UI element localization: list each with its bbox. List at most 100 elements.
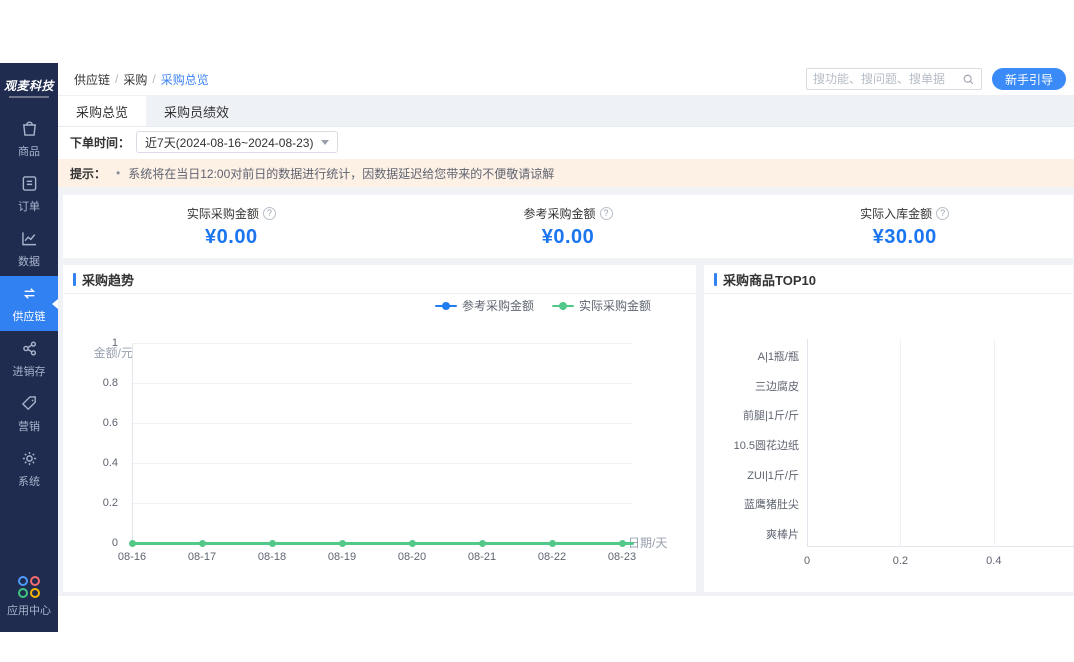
data-point: [479, 540, 486, 547]
purchase-trend-panel: 采购趋势 参考采购金额 实际采购金额 金额/元 日期/天 1 0.8 0.6 0…: [62, 264, 697, 593]
sidebar-item-goods[interactable]: 商品: [0, 111, 58, 166]
gridline: [132, 463, 632, 464]
legend-item-actual[interactable]: 实际采购金额: [551, 297, 651, 314]
category-label: 爽棒片: [766, 529, 799, 542]
data-point: [619, 540, 626, 547]
sidebar-item-label: 系统: [18, 476, 40, 488]
stat-value: ¥0.00: [205, 225, 258, 248]
gear-icon: [22, 451, 36, 466]
gridline: [132, 503, 632, 504]
trend-chart-title: 采购趋势: [82, 272, 135, 288]
filter-row: 下单时间： 近7天(2024-08-16~2024-08-23): [58, 127, 1074, 157]
gridline: [132, 423, 632, 424]
charts-row: 采购趋势 参考采购金额 实际采购金额 金额/元 日期/天 1 0.8 0.6 0…: [62, 264, 1074, 593]
y-axis-line: [132, 343, 133, 543]
newbie-guide-button[interactable]: 新手引导: [991, 68, 1066, 90]
breadcrumb-supply-chain[interactable]: 供应链: [74, 71, 110, 88]
y-tick-label: 0: [111, 537, 118, 549]
tab-strip: 采购总览 采购员绩效: [58, 96, 1074, 127]
data-point: [269, 540, 276, 547]
x-tick-label: 0.4: [986, 555, 1002, 567]
line-chart-icon: [21, 232, 36, 246]
category-label: 蓝鹰猪肚尖: [744, 499, 799, 512]
series-line-actual: [132, 542, 634, 545]
category-label: A|1瓶/瓶: [757, 350, 799, 363]
x-tick-label: 0.2: [892, 555, 909, 567]
notice-bar: 提示： • 系统将在当日12:00对前日的数据进行统计，因数据延迟给您带来的不便…: [58, 159, 1074, 187]
sidebar-item-inventory[interactable]: 进销存: [0, 331, 58, 386]
y-tick-label: 0.2: [102, 497, 118, 509]
breadcrumb-separator: /: [115, 72, 119, 86]
trend-legend: 参考采购金额 实际采购金额: [434, 297, 651, 314]
supply-chain-arrows-icon: [23, 288, 35, 299]
tag-icon: [21, 396, 36, 411]
gridline: [993, 339, 995, 547]
title-accent-bar: [73, 272, 76, 286]
top10-chart-title: 采购商品TOP10: [723, 272, 816, 288]
breadcrumb-purchase-overview[interactable]: 采购总览: [161, 71, 209, 88]
order-time-label: 下单时间：: [70, 135, 131, 150]
category-label: ZUI|1斤/斤: [747, 469, 799, 482]
search-input[interactable]: [812, 72, 962, 86]
top10-panel: 采购商品TOP10 0 0.2 0.4 A|1瓶/瓶 三边腐皮 前腿|1斤/斤 10.5圆花…: [703, 264, 1074, 593]
stat-label: 实际入库金额: [860, 206, 933, 221]
notice-text: 系统将在当日12:00对前日的数据进行统计，因数据延迟给您带来的不便敬请谅解: [128, 166, 555, 181]
category-label: 10.5圆花边纸: [733, 440, 799, 452]
x-tick-label: 08-20: [397, 551, 427, 563]
sidebar-item-label: 营销: [18, 421, 40, 433]
stat-actual-inbound: 实际入库金额 ? ¥30.00: [736, 195, 1073, 258]
sidebar-item-label: 数据: [18, 256, 40, 268]
sidebar-item-label: 进销存: [12, 366, 46, 378]
stat-value: ¥0.00: [541, 225, 595, 248]
main-content: 采购总览 采购员绩效 下单时间： 近7天(2024-08-16~2024-08-…: [58, 96, 1074, 632]
sidebar-item-label: 订单: [18, 201, 40, 213]
sidebar-item-label: 商品: [18, 146, 40, 158]
sidebar-item-system[interactable]: 系统: [0, 441, 58, 496]
y-tick-label: 0.6: [102, 417, 118, 429]
gridline: [132, 343, 632, 344]
legend-item-reference[interactable]: 参考采购金额: [434, 297, 534, 314]
date-range-value: 近7天(2024-08-16~2024-08-23): [145, 135, 314, 150]
tab-purchase-overview[interactable]: 采购总览: [58, 96, 147, 126]
y-tick-label: 1: [111, 337, 118, 349]
data-point: [409, 540, 416, 547]
notice-bullet: •: [116, 166, 121, 180]
data-point: [549, 540, 556, 547]
x-tick-label: 08-16: [117, 551, 147, 563]
app-logo: 观麦科技: [0, 63, 58, 111]
sidebar: 观麦科技 商品 订单 数据 供应链 进销存 营销 系统 应用中心: [0, 63, 58, 632]
data-point: [129, 540, 136, 547]
x-tick-label: 08-17: [187, 551, 217, 563]
help-icon[interactable]: ?: [262, 206, 276, 220]
tab-buyer-performance[interactable]: 采购员绩效: [146, 96, 247, 126]
help-icon[interactable]: ?: [936, 206, 950, 220]
gridline: [900, 339, 902, 547]
gridline: [132, 383, 632, 384]
content-area: 实际采购金额 ? ¥0.00 参考采购金额 ? ¥0.00 实际入库金额 ? ¥…: [58, 187, 1074, 596]
legend-label: 参考采购金额: [461, 299, 534, 313]
sidebar-item-marketing[interactable]: 营销: [0, 386, 58, 441]
x-tick-label: 08-23: [607, 551, 637, 563]
sidebar-item-app-center[interactable]: 应用中心: [0, 570, 58, 624]
breadcrumb-purchase[interactable]: 采购: [123, 71, 147, 88]
shopping-bag-icon: [22, 121, 36, 136]
legend-line-dot-icon: [551, 301, 574, 310]
sidebar-item-supply-chain[interactable]: 供应链: [0, 276, 58, 331]
date-range-select[interactable]: 近7天(2024-08-16~2024-08-23): [136, 131, 339, 153]
search-icon[interactable]: [962, 73, 975, 86]
global-search[interactable]: [805, 68, 982, 90]
title-accent-bar: [714, 272, 717, 286]
app-grid-icon: [18, 576, 40, 598]
stat-label: 实际采购金额: [186, 206, 259, 221]
order-document-icon: [22, 176, 36, 191]
sidebar-item-data[interactable]: 数据: [0, 221, 58, 276]
sidebar-item-label: 供应链: [12, 311, 46, 323]
y-tick-label: 0.4: [102, 457, 118, 469]
app-window: 观麦科技 商品 订单 数据 供应链 进销存 营销 系统 应用中心 供应链 / 采…: [0, 63, 1074, 632]
logo-subline: [9, 95, 49, 98]
data-point: [199, 540, 206, 547]
sidebar-item-orders[interactable]: 订单: [0, 166, 58, 221]
help-icon[interactable]: ?: [599, 206, 613, 220]
category-label: 三边腐皮: [755, 380, 799, 393]
